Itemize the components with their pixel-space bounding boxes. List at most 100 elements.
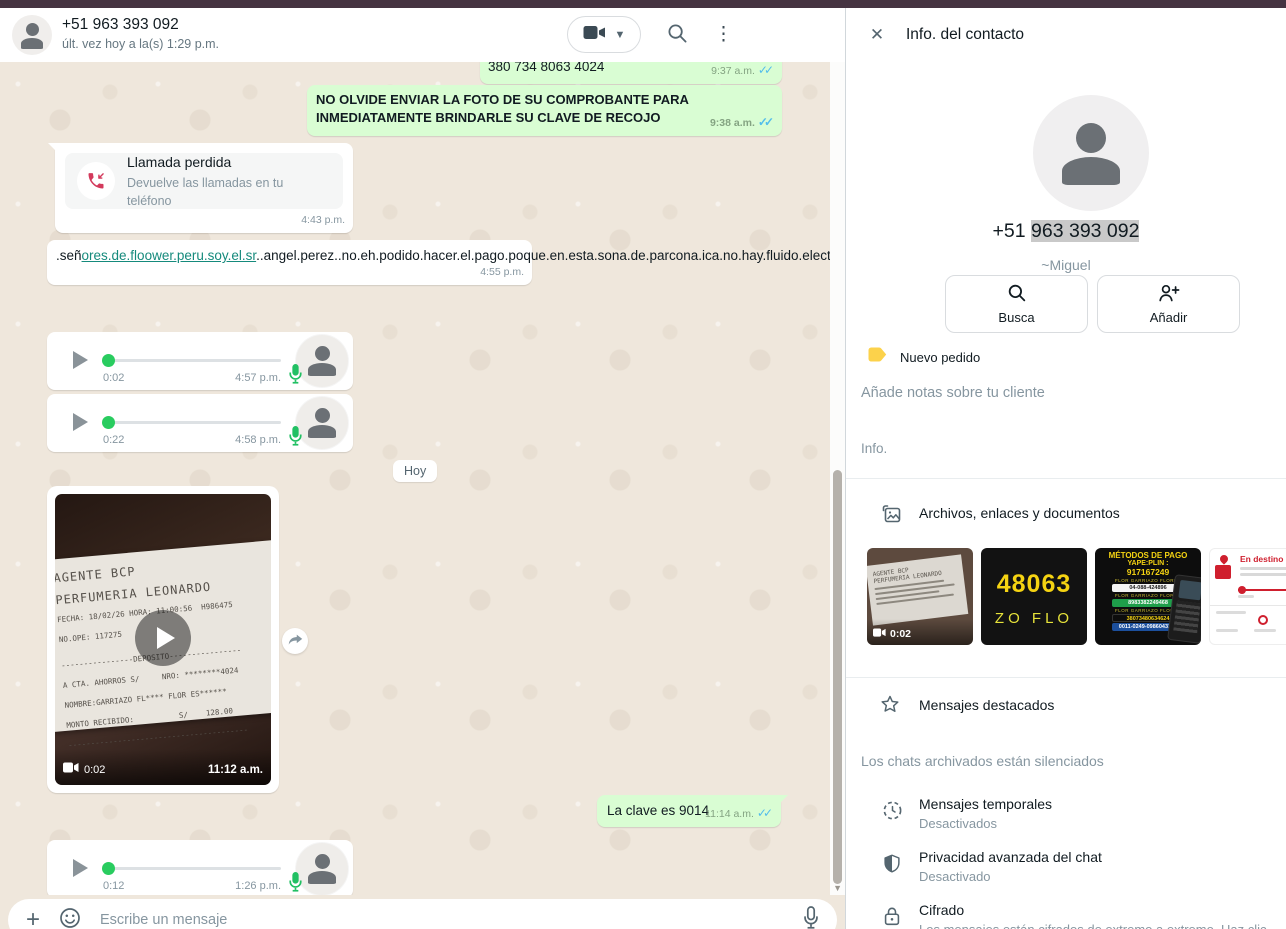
play-icon[interactable] <box>73 859 88 877</box>
media-thumb-video-receipt[interactable]: AGENTE BCP PERFUMERIA LEONARDO 0:02 <box>867 548 973 645</box>
play-button[interactable] <box>135 610 191 666</box>
date-chip: Hoy <box>393 460 437 482</box>
mic-icon[interactable] <box>803 906 819 929</box>
chat-label-chip[interactable]: Nuevo pedido <box>867 346 980 368</box>
search-icon <box>1007 283 1027 306</box>
message-time: 11:12 a.m. <box>208 761 263 779</box>
play-icon[interactable] <box>73 351 88 369</box>
chat-title[interactable]: +51 963 393 092 <box>62 16 219 34</box>
info-panel-header: ✕ Info. del contacto <box>846 8 1286 62</box>
chat-scrollbar[interactable]: ▼ <box>830 62 845 895</box>
video-call-button[interactable]: ▼ <box>567 16 641 53</box>
message-time: 1:26 p.m. <box>235 877 281 895</box>
missed-call-title: Llamada perdida <box>127 153 331 171</box>
read-ticks-icon: ✓✓ <box>758 63 774 77</box>
label-tag-icon <box>867 346 888 368</box>
media-thumb-account-digits[interactable]: 48063 ZO FLO <box>981 548 1087 645</box>
message-time: 4:55 p.m. <box>480 263 524 281</box>
seek-handle[interactable] <box>102 862 115 875</box>
voice-message: 0:22 4:58 p.m. <box>47 394 353 452</box>
media-thumb-tracking[interactable]: En destino <box>1209 548 1286 645</box>
video-duration: 0:02 <box>84 761 105 779</box>
star-icon <box>879 693 901 720</box>
message-time: 4:57 p.m. <box>235 369 281 387</box>
composer-area: + Escribe un mensaje <box>0 895 845 929</box>
whatsapp-window: +51 963 393 092 últ. vez hoy a la(s) 1:2… <box>0 0 1286 929</box>
contact-avatar[interactable] <box>12 15 52 55</box>
timer-icon <box>881 799 904 827</box>
auto-link[interactable]: ores.de.floower.peru.soy.el.sr <box>82 248 257 263</box>
close-icon[interactable]: ✕ <box>862 20 892 50</box>
chat-last-seen: últ. vez hoy a la(s) 1:29 p.m. <box>62 37 219 51</box>
chat-menu-button[interactable]: ⋮ <box>714 25 733 44</box>
media-thumb-payment-methods[interactable]: MÉTODOS DE PAGO YAPE:PLIN : 917167249 FL… <box>1095 548 1201 645</box>
chevron-down-icon: ▼ <box>615 29 626 41</box>
kebab-menu-icon: ⋮ <box>714 25 733 44</box>
contact-phone-number: +51 963 393 092 <box>846 220 1286 243</box>
play-icon[interactable] <box>73 413 88 431</box>
message-input[interactable]: Escribe un mensaje <box>100 912 785 928</box>
search-in-chat-button[interactable] <box>667 23 688 47</box>
attach-plus-icon[interactable]: + <box>26 908 40 929</box>
search-icon <box>667 23 688 47</box>
emoji-icon[interactable] <box>58 906 82 929</box>
voice-message: 0:12 1:26 p.m. <box>47 840 353 895</box>
seek-handle[interactable] <box>102 354 115 367</box>
chat-panel: +51 963 393 092 últ. vez hoy a la(s) 1:2… <box>0 8 845 929</box>
voice-duration: 0:22 <box>103 431 124 449</box>
selected-text: 963 393 092 <box>1031 220 1139 242</box>
forward-arrow-icon <box>287 631 303 651</box>
outgoing-message-reminder: NO OLVIDE ENVIAR LA FOTO DE SU COMPROBAN… <box>307 85 782 136</box>
shield-icon <box>881 852 903 880</box>
video-message: AGENTE BCP PERFUMERIA LEONARDO FECHA: 18… <box>47 486 279 793</box>
mic-icon <box>288 871 303 895</box>
video-thumbnail[interactable]: AGENTE BCP PERFUMERIA LEONARDO FECHA: 18… <box>55 494 271 785</box>
add-contact-button[interactable]: Añadir <box>1097 275 1240 333</box>
message-text: NO OLVIDE ENVIAR LA FOTO DE SU COMPROBAN… <box>316 91 773 127</box>
video-camera-icon <box>583 25 606 45</box>
mic-icon <box>288 363 303 389</box>
seek-handle[interactable] <box>102 416 115 429</box>
voice-seek-bar[interactable] <box>103 867 281 870</box>
info-section-heading: Info. <box>861 441 887 456</box>
starred-messages-row[interactable]: Mensajes destacados <box>846 689 1286 725</box>
voice-seek-bar[interactable] <box>103 421 281 424</box>
mic-icon <box>288 425 303 451</box>
missed-call-message[interactable]: Llamada perdida Devuelve las llamadas en… <box>55 143 353 233</box>
window-titlebar <box>0 0 1286 8</box>
person-add-icon <box>1157 283 1180 306</box>
sender-avatar <box>296 397 348 449</box>
scrollbar-thumb[interactable] <box>833 470 842 884</box>
outgoing-message-key: La clave es 9014 11:14 a.m.✓✓ <box>597 795 781 827</box>
video-camera-icon <box>63 761 79 779</box>
outgoing-message-payment-number: 380 734 8063 4024 9:37 a.m.✓✓ <box>480 62 782 84</box>
media-links-docs-row[interactable]: Archivos, enlaces y documentos <box>846 496 1286 532</box>
contact-info-panel: ✕ Info. del contacto +51 963 393 092 ~Mi… <box>845 8 1286 929</box>
chat-messages-area: 380 734 8063 4024 9:37 a.m.✓✓ NO OLVIDE … <box>0 62 845 895</box>
media-gallery-icon <box>879 502 903 531</box>
voice-duration: 0:12 <box>103 877 124 895</box>
missed-call-subtitle: Devuelve las llamadas en tu teléfono <box>127 174 331 210</box>
info-panel-title: Info. del contacto <box>906 26 1024 44</box>
search-contact-button[interactable]: Busca <box>945 275 1088 333</box>
sender-avatar <box>296 335 348 387</box>
read-ticks-icon: ✓✓ <box>757 806 773 820</box>
message-time: 4:58 p.m. <box>235 431 281 449</box>
sender-avatar <box>296 843 348 895</box>
read-ticks-icon: ✓✓ <box>758 115 774 129</box>
contact-profile-photo[interactable] <box>1033 95 1149 211</box>
voice-seek-bar[interactable] <box>103 359 281 362</box>
voice-duration: 0:02 <box>103 369 124 387</box>
archived-chats-note: Los chats archivados están silenciados <box>861 753 1104 769</box>
message-time: 4:43 p.m. <box>301 211 345 229</box>
video-camera-icon <box>873 628 886 640</box>
scrollbar-down-arrow[interactable]: ▼ <box>833 883 842 893</box>
forward-button[interactable] <box>282 628 308 654</box>
client-notes-input[interactable]: Añade notas sobre tu cliente <box>861 385 1045 401</box>
missed-call-icon <box>77 162 115 200</box>
chat-header: +51 963 393 092 últ. vez hoy a la(s) 1:2… <box>0 8 845 62</box>
contact-push-name: ~Miguel <box>846 257 1286 273</box>
incoming-message-long-text: .señores.de.floower.peru.soy.el.sr..ange… <box>47 240 532 285</box>
lock-icon <box>881 905 903 929</box>
message-input-bar[interactable]: + Escribe un mensaje <box>8 899 837 929</box>
